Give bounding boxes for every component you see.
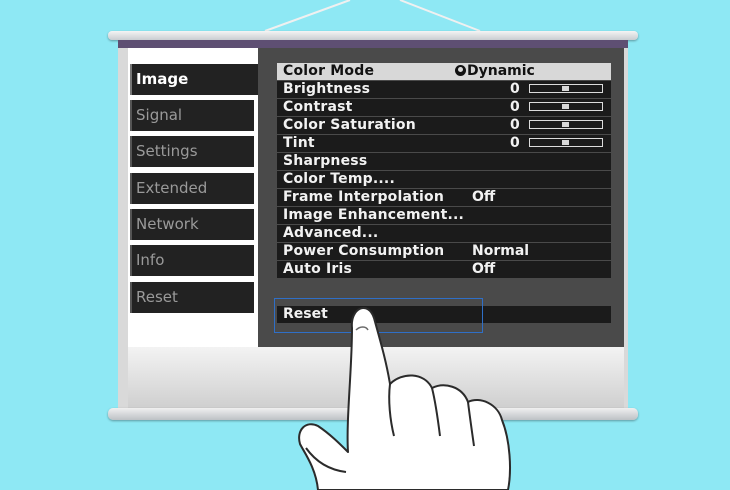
pointing-hand-icon: [298, 306, 511, 490]
